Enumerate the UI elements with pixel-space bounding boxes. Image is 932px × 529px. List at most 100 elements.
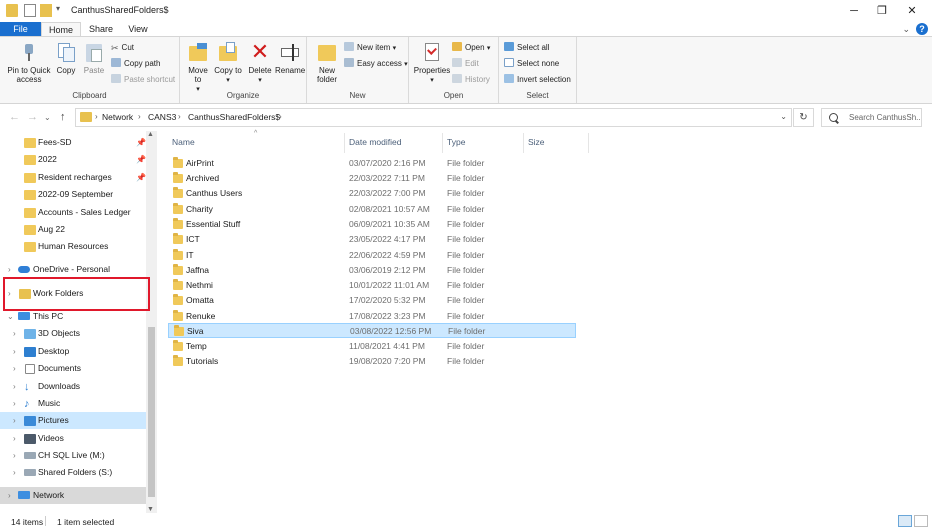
up-arrow-icon[interactable]: ↑ [60,111,66,123]
chevron-right-icon[interactable]: › [8,487,11,504]
chevron-right-icon[interactable]: › [13,412,16,429]
new-item-button[interactable]: New item ▾ [344,42,396,54]
pin-icon[interactable]: 📌 [136,169,146,186]
table-row[interactable]: Canthus Users 22/03/2022 7:00 PM File fold… [168,186,576,201]
column-divider[interactable] [344,133,345,153]
table-row[interactable]: Omatta 17/02/2020 5:32 PM File folder [168,293,576,308]
table-row[interactable]: IT 22/06/2022 4:59 PM File folder [168,248,576,263]
search-input[interactable]: Search CanthusSh... [821,108,922,127]
edit-button[interactable]: Edit [452,58,479,70]
column-divider[interactable] [523,133,524,153]
chevron-right-icon[interactable]: › [13,447,16,464]
sidebar-item-pictures[interactable]: › Pictures [0,412,146,429]
column-divider[interactable] [442,133,443,153]
chevron-right-icon[interactable]: › [8,261,11,278]
table-row[interactable]: ICT 23/05/2022 4:17 PM File folder [168,232,576,247]
sidebar-item-music[interactable]: › ♪ Music [0,395,146,412]
chevron-right-icon[interactable]: › [13,360,16,377]
history-button[interactable]: History [452,74,490,86]
quick-access-item-2022-09-september[interactable]: 2022-09 September [0,186,146,203]
refresh-button[interactable]: ↻ [793,108,814,127]
chevron-right-icon[interactable]: › [13,395,16,412]
column-divider[interactable] [588,133,589,153]
sidebar-item-3d-objects[interactable]: › 3D Objects [0,325,146,342]
sidebar-item-downloads[interactable]: › ↓ Downloads [0,378,146,395]
help-icon[interactable]: ? [916,23,928,35]
quick-access-item-accounts-sales-ledger[interactable]: Accounts - Sales Ledger [0,204,146,221]
recent-locations-chevron-icon[interactable]: ⌄ [44,113,51,122]
sidebar-item-shared-folders[interactable]: › Shared Folders (S:) [0,464,146,481]
table-row[interactable]: Renuke 17/08/2022 3:23 PM File folder [168,309,576,324]
chevron-right-icon[interactable]: › [13,464,16,481]
scrollbar-thumb[interactable] [148,327,155,497]
sidebar-item-videos[interactable]: › Videos [0,430,146,447]
table-row-selected[interactable]: Siva 03/08/2022 12:56 PM File folder [168,323,576,338]
tab-share[interactable]: Share [84,22,118,36]
tab-file[interactable]: File [0,22,41,36]
navigation-pane-scrollbar[interactable]: ▲ ▼ [146,131,157,513]
pin-icon[interactable]: 📌 [136,151,146,168]
cut-button[interactable]: ✂ Cut [111,42,134,54]
table-row[interactable]: Essential Stuff 06/09/2021 10:35 AM File f… [168,217,576,232]
breadcrumb-shared-folders[interactable]: CanthusSharedFolders$ [188,112,280,122]
table-row[interactable]: Archived 22/03/2022 7:11 PM File folder [168,171,576,186]
quick-access-item-resident-recharges[interactable]: Resident recharges 📌 [0,169,146,186]
quick-access-item-fees-sd[interactable]: Fees-SD 📌 [0,134,146,151]
scroll-down-icon[interactable]: ▼ [147,506,154,513]
properties-button[interactable]: Properties ▾ [412,41,452,85]
table-row[interactable]: Temp 11/08/2021 4:41 PM File folder [168,339,576,354]
minimize-button[interactable]: ─ [840,2,868,20]
scroll-up-icon[interactable]: ▲ [147,131,154,138]
select-none-button[interactable]: Select none [504,58,559,70]
quick-access-toolbar-dropdown-icon[interactable]: ▾ [56,4,60,13]
copy-button[interactable]: Copy [54,41,78,75]
properties-quick-icon[interactable] [24,4,36,17]
table-row[interactable]: AirPrint 03/07/2020 2:16 PM File folder [168,156,576,171]
chevron-right-icon[interactable]: › [13,343,16,360]
select-all-button[interactable]: Select all [504,42,549,54]
sidebar-item-network[interactable]: › Network [0,487,146,504]
pin-icon[interactable]: 📌 [136,134,146,151]
column-header-name[interactable]: Name [172,137,195,147]
details-view-icon[interactable] [898,515,912,527]
table-row[interactable]: Jaffna 03/06/2019 2:12 PM File folder [168,263,576,278]
table-row[interactable]: Nethmi 10/01/2022 11:01 AM File folder [168,278,576,293]
invert-selection-button[interactable]: Invert selection [504,74,571,86]
column-header-type[interactable]: Type [447,137,465,147]
rename-button[interactable]: Rename [275,41,305,75]
breadcrumb-cans3[interactable]: CANS3 [148,112,176,122]
paste-button[interactable]: Paste [82,41,106,75]
close-button[interactable]: ✕ [898,2,926,20]
paste-shortcut-button[interactable]: Paste shortcut [111,74,175,86]
quick-access-item-aug-22[interactable]: Aug 22 [0,221,146,238]
address-bar[interactable]: › Network › CANS3 › CanthusSharedFolders… [75,108,792,127]
large-icons-view-icon[interactable] [914,515,928,527]
column-header-date-modified[interactable]: Date modified [349,137,401,147]
quick-access-item-2022[interactable]: 2022 📌 [0,151,146,168]
open-button[interactable]: Open ▾ [452,42,490,54]
sidebar-item-onedrive[interactable]: › OneDrive - Personal [0,261,146,278]
breadcrumb-network[interactable]: Network [102,112,133,122]
easy-access-button[interactable]: Easy access ▾ [344,58,408,70]
copy-path-button[interactable]: Copy path [111,58,160,70]
quick-access-item-human-resources[interactable]: Human Resources [0,238,146,255]
copy-to-button[interactable]: Copy to ▾ [214,41,242,85]
move-to-button[interactable]: Move to ▾ [184,41,212,94]
maximize-button[interactable]: ❐ [868,2,896,20]
column-header-size[interactable]: Size [528,137,545,147]
chevron-right-icon[interactable]: › [13,430,16,447]
table-row[interactable]: Charity 02/08/2021 10:57 AM File folder [168,202,576,217]
tab-home[interactable]: Home [41,22,81,37]
forward-arrow-icon[interactable]: → [27,111,38,123]
delete-button[interactable]: ✕ Delete ▾ [246,41,274,85]
tab-view[interactable]: View [122,22,154,36]
back-arrow-icon[interactable]: ← [9,111,20,123]
chevron-down-icon[interactable]: ⌄ [902,24,910,35]
chevron-right-icon[interactable]: › [13,325,16,342]
table-row[interactable]: Tutorials 19/08/2020 7:20 PM File folder [168,354,576,369]
pin-to-quick-access-button[interactable]: Pin to Quick access [4,41,54,84]
sidebar-item-desktop[interactable]: › Desktop [0,343,146,360]
sidebar-item-ch-sql-live[interactable]: › CH SQL Live (M:) [0,447,146,464]
address-dropdown-icon[interactable]: ⌄ [780,112,787,121]
sidebar-item-documents[interactable]: › Documents [0,360,146,377]
